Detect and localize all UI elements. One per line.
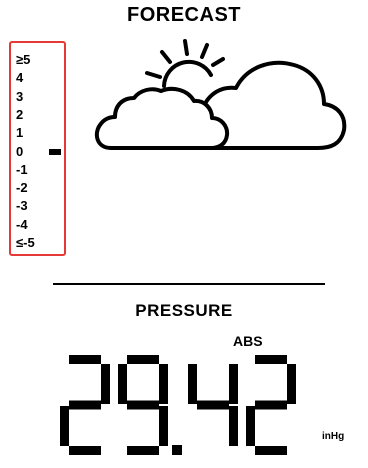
forecast-scale-item: -1 — [16, 161, 28, 177]
forecast-scale-item: ≤-5 — [16, 235, 35, 250]
section-divider — [53, 283, 325, 285]
forecast-scale-item: 2 — [16, 106, 24, 122]
pressure-digit — [246, 355, 296, 455]
forecast-trend-scale: ≥5 4 3 2 1 0 -1 -2 -3 -4 ≤-5 — [9, 41, 66, 256]
forecast-level-marker — [49, 148, 61, 155]
forecast-scale-item: 0 — [16, 143, 24, 159]
forecast-scale-item: 1 — [16, 125, 24, 141]
pressure-decimal-point — [172, 445, 182, 455]
forecast-scale-item: ≥5 — [16, 52, 31, 67]
pressure-value-display — [60, 355, 296, 455]
forecast-scale-item: 4 — [16, 70, 24, 86]
pressure-title: PRESSURE — [135, 301, 233, 320]
forecast-title: FORECAST — [127, 4, 241, 26]
pressure-unit-label: inHg — [322, 431, 345, 442]
forecast-scale-item: -2 — [16, 180, 28, 196]
pressure-mode-label: ABS — [233, 333, 263, 349]
forecast-scale-item: -3 — [16, 198, 28, 214]
pressure-digit — [60, 355, 110, 455]
forecast-scale-item: -4 — [16, 216, 28, 232]
forecast-scale-item: 3 — [16, 88, 24, 104]
pressure-digit — [188, 364, 238, 446]
partly-cloudy-icon — [94, 39, 347, 150]
pressure-digit — [118, 355, 168, 455]
